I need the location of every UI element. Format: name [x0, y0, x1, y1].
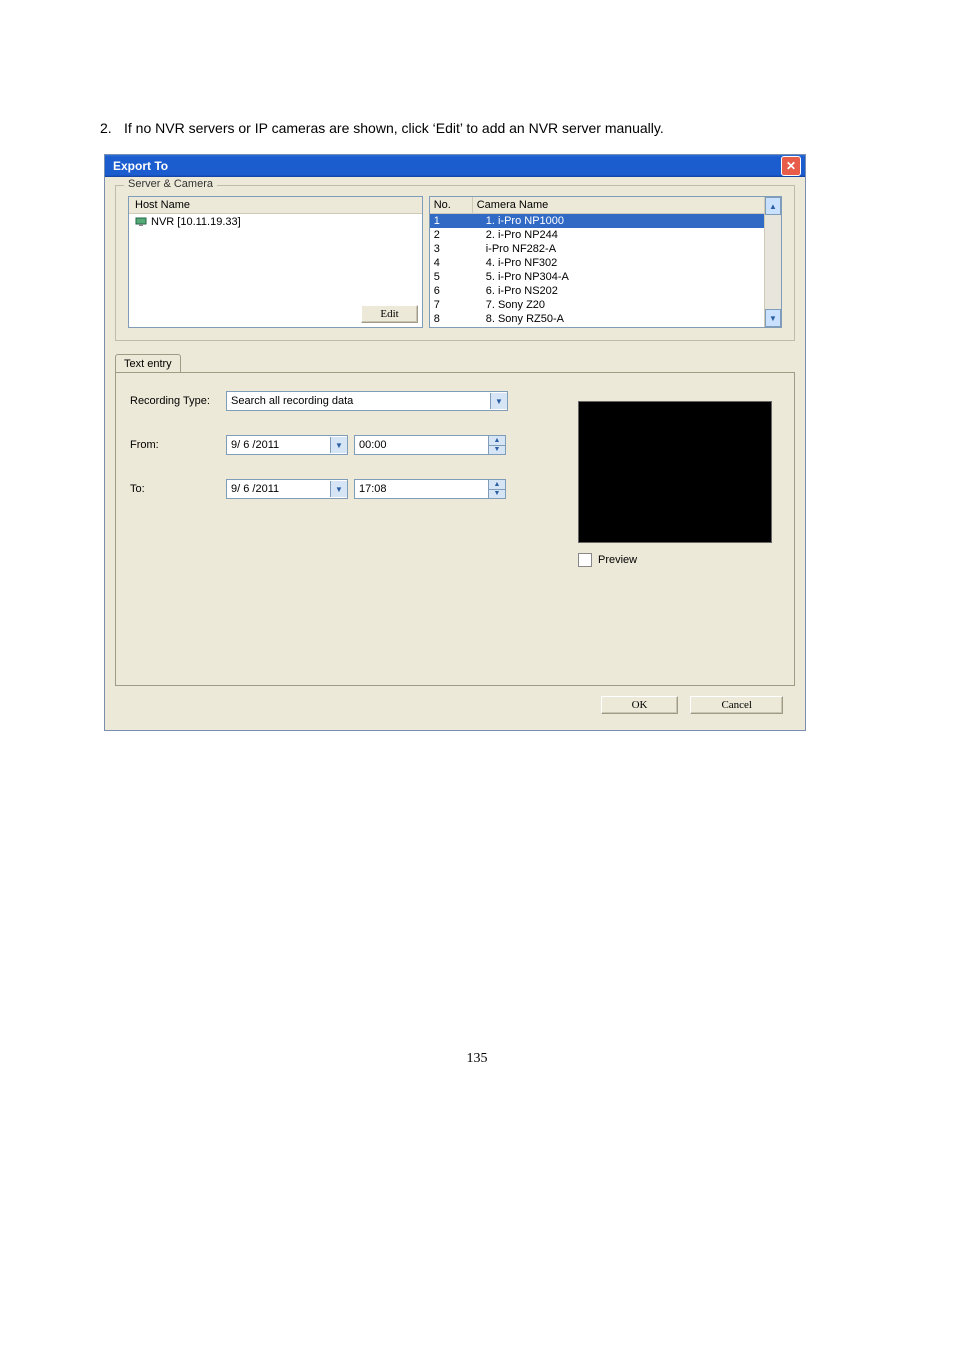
camera-row-name: 8. Sony RZ50-A — [472, 312, 764, 326]
camera-col-name: Camera Name — [473, 197, 764, 213]
camera-row-name: 9. Sony DF50 — [472, 326, 764, 327]
camera-row[interactable]: 22. i-Pro NP244 — [430, 228, 764, 242]
camera-row-name: 4. i-Pro NF302 — [472, 256, 764, 270]
to-date-value: 9/ 6 /2011 — [227, 483, 330, 495]
spin-up-icon[interactable]: ▲ — [489, 480, 505, 490]
server-icon — [135, 216, 147, 228]
camera-row-no: 3 — [430, 242, 472, 256]
camera-row[interactable]: 44. i-Pro NF302 — [430, 256, 764, 270]
instruction-text: If no NVR servers or IP cameras are show… — [124, 120, 664, 136]
camera-row[interactable]: 66. i-Pro NS202 — [430, 284, 764, 298]
camera-row[interactable]: 77. Sony Z20 — [430, 298, 764, 312]
camera-row-no: 1 — [430, 214, 472, 228]
chevron-down-icon[interactable]: ▼ — [490, 393, 507, 409]
camera-row-name: 7. Sony Z20 — [472, 298, 764, 312]
camera-row-no: 9 — [430, 326, 472, 327]
spin-up-icon[interactable]: ▲ — [489, 436, 505, 446]
recording-type-value: Search all recording data — [227, 395, 490, 407]
instruction-number: 2. — [100, 120, 124, 136]
camera-row-no: 6 — [430, 284, 472, 298]
ok-button[interactable]: OK — [601, 696, 679, 714]
to-date-picker[interactable]: 9/ 6 /2011 ▼ — [226, 479, 348, 499]
camera-row-name: 2. i-Pro NP244 — [472, 228, 764, 242]
from-time-value: 00:00 — [355, 436, 488, 454]
camera-row-name: i-Pro NF282-A — [472, 242, 764, 256]
group-legend: Server & Camera — [124, 178, 217, 190]
camera-col-no: No. — [430, 197, 473, 213]
camera-row-no: 7 — [430, 298, 472, 312]
export-dialog: Export To ✕ Server & Camera Host Name — [104, 154, 806, 731]
host-item-label: NVR [10.11.19.33] — [151, 216, 241, 228]
chevron-down-icon[interactable]: ▼ — [330, 481, 347, 497]
spin-down-icon[interactable]: ▼ — [489, 446, 505, 455]
camera-row-no: 5 — [430, 270, 472, 284]
tab-panel: Recording Type: Search all recording dat… — [115, 372, 795, 686]
camera-row[interactable]: 99. Sony DF50 — [430, 326, 764, 327]
camera-row[interactable]: 88. Sony RZ50-A — [430, 312, 764, 326]
camera-row-no: 2 — [430, 228, 472, 242]
preview-box — [578, 401, 772, 543]
from-date-picker[interactable]: 9/ 6 /2011 ▼ — [226, 435, 348, 455]
recording-type-select[interactable]: Search all recording data ▼ — [226, 391, 508, 411]
camera-row-no: 4 — [430, 256, 472, 270]
chevron-down-icon[interactable]: ▼ — [330, 437, 347, 453]
tab-text-entry[interactable]: Text entry — [115, 354, 181, 373]
to-time-spinner[interactable]: 17:08 ▲ ▼ — [354, 479, 506, 499]
preview-checkbox[interactable] — [578, 553, 592, 567]
recording-type-label: Recording Type: — [130, 395, 226, 407]
scroll-down-icon[interactable]: ▼ — [765, 309, 781, 327]
server-camera-group: Server & Camera Host Name NVR [10.11.19.… — [115, 185, 795, 341]
camera-row-no: 8 — [430, 312, 472, 326]
window-title: Export To — [113, 159, 168, 173]
host-list-header: Host Name — [129, 197, 422, 214]
to-time-value: 17:08 — [355, 480, 488, 498]
edit-button[interactable]: Edit — [361, 305, 417, 323]
camera-row-name: 1. i-Pro NP1000 — [472, 214, 764, 228]
camera-row[interactable]: 11. i-Pro NP1000 — [430, 214, 764, 228]
camera-row-name: 6. i-Pro NS202 — [472, 284, 764, 298]
titlebar[interactable]: Export To ✕ — [105, 155, 805, 177]
from-time-spinner[interactable]: 00:00 ▲ ▼ — [354, 435, 506, 455]
camera-row-name: 5. i-Pro NP304-A — [472, 270, 764, 284]
close-icon: ✕ — [786, 160, 796, 172]
from-date-value: 9/ 6 /2011 — [227, 439, 330, 451]
camera-scrollbar[interactable]: ▲ ▼ — [764, 197, 781, 327]
preview-label: Preview — [598, 554, 637, 566]
instruction-line: 2. If no NVR servers or IP cameras are s… — [100, 120, 894, 136]
host-item-nvr[interactable]: NVR [10.11.19.33] — [129, 214, 422, 230]
spin-down-icon[interactable]: ▼ — [489, 490, 505, 499]
camera-list-header: No. Camera Name — [430, 197, 764, 214]
to-label: To: — [130, 483, 226, 495]
camera-list[interactable]: No. Camera Name 11. i-Pro NP100022. i-Pr… — [429, 196, 782, 328]
cancel-button[interactable]: Cancel — [690, 696, 783, 714]
from-label: From: — [130, 439, 226, 451]
close-button[interactable]: ✕ — [781, 156, 801, 176]
host-list[interactable]: Host Name NVR [10.11.19.33] Edit — [128, 196, 423, 328]
preview-checkbox-row[interactable]: Preview — [578, 553, 770, 567]
camera-row[interactable]: 3i-Pro NF282-A — [430, 242, 764, 256]
camera-row[interactable]: 55. i-Pro NP304-A — [430, 270, 764, 284]
page-number: 135 — [60, 1051, 894, 1067]
scroll-up-icon[interactable]: ▲ — [765, 197, 781, 215]
